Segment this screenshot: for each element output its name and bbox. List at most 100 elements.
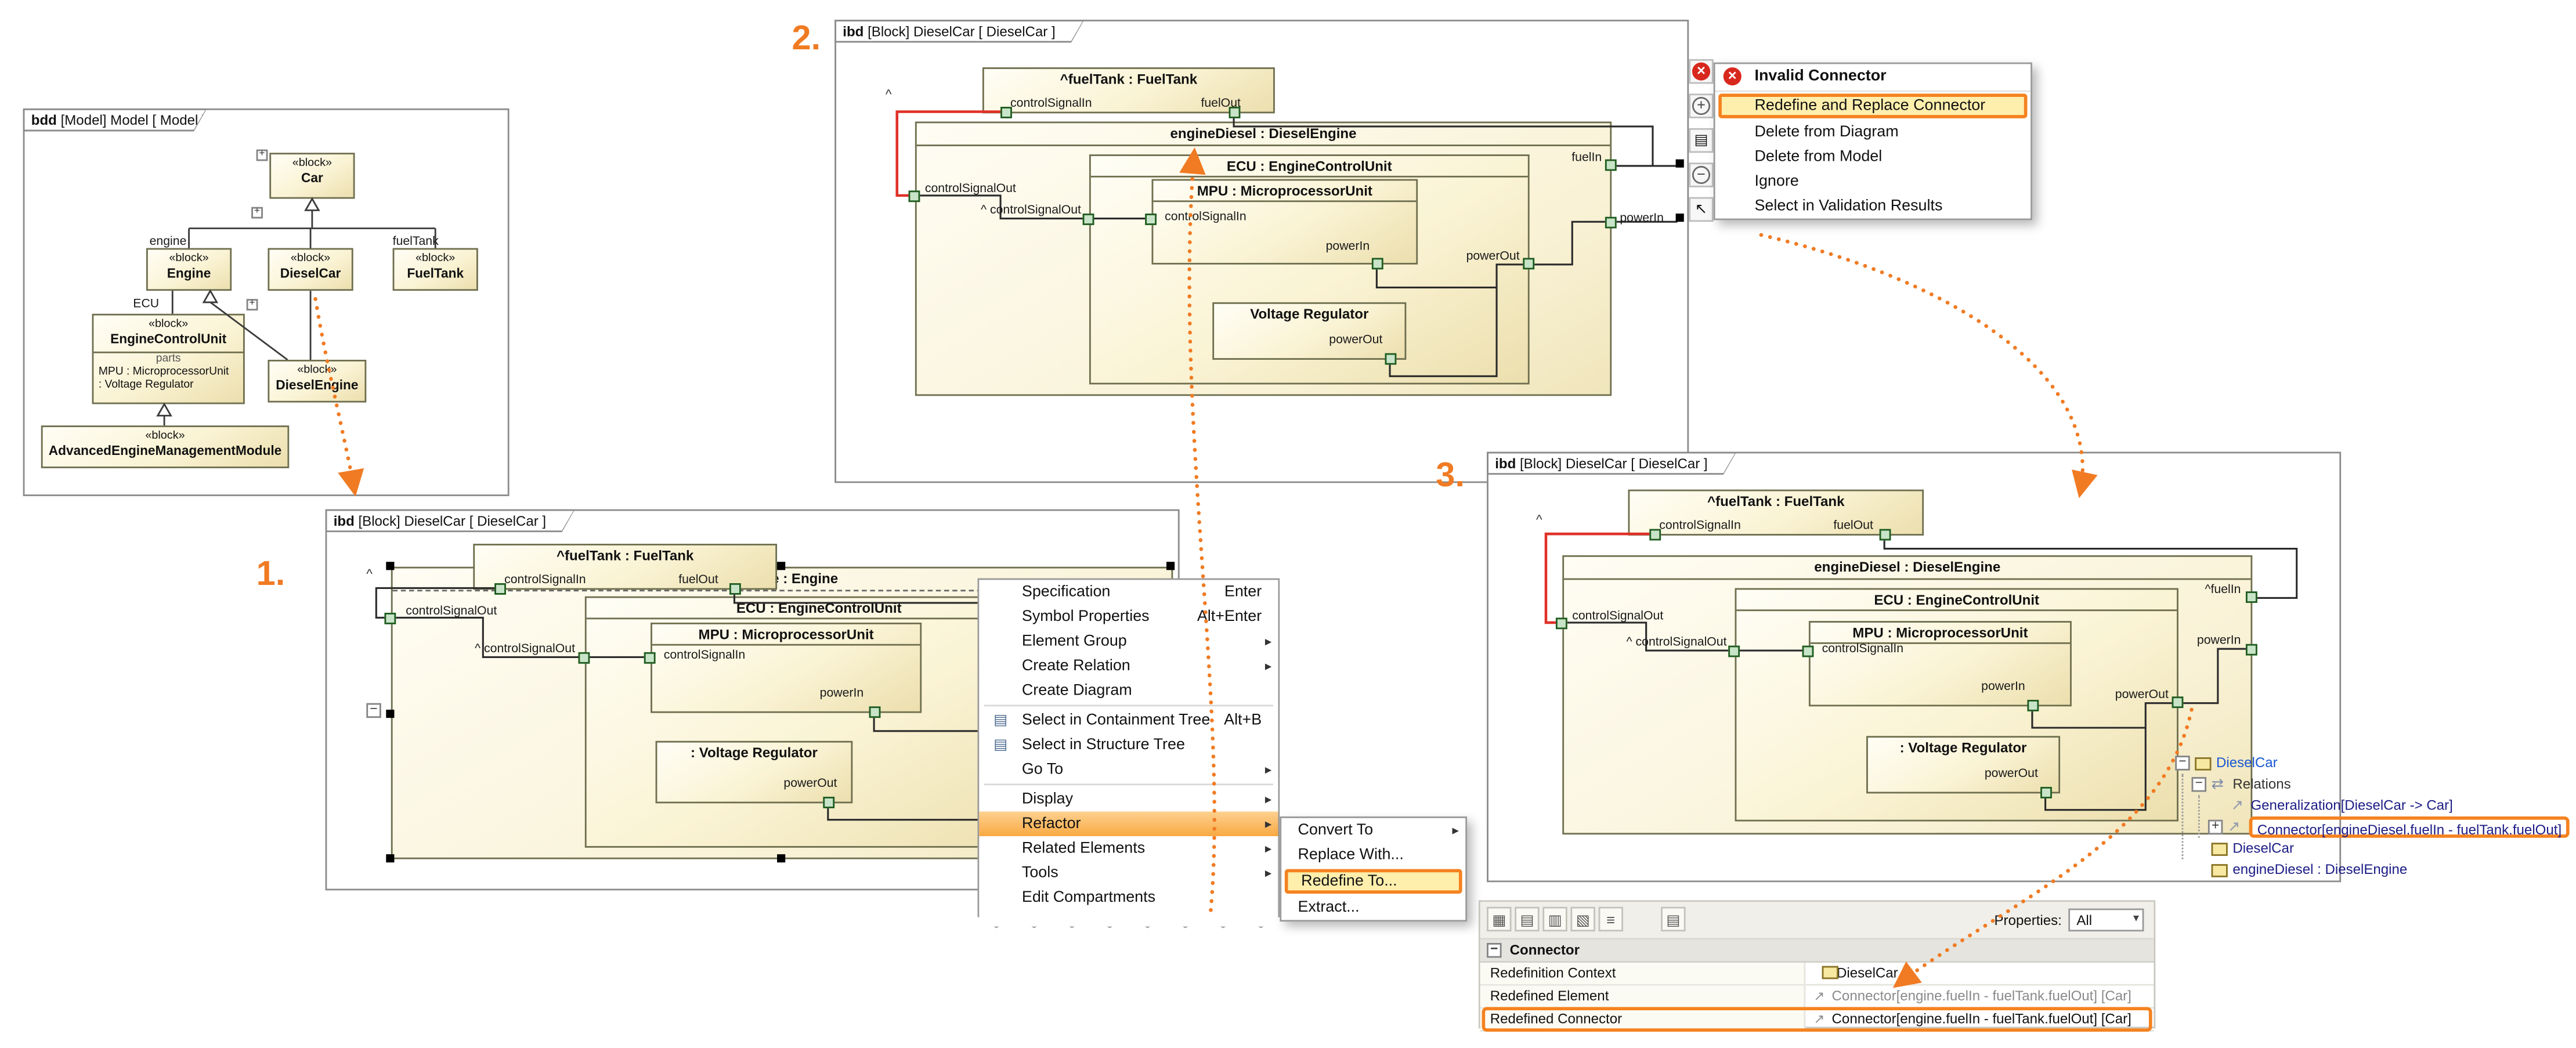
port-ed-powerin[interactable] — [2246, 644, 2257, 656]
port-fuelout[interactable] — [729, 583, 741, 595]
block-car[interactable]: «block» Car — [269, 153, 355, 198]
block-enginecontrolunit[interactable]: «block» EngineControlUnit parts MPU : Mi… — [92, 314, 245, 404]
menu-item-extract[interactable]: Extract... — [1281, 895, 1465, 920]
menu-item-element-group[interactable]: Element Group▸ — [979, 629, 1278, 653]
tree-item-dieselcar-2[interactable]: DieselCar — [2172, 838, 2576, 859]
menu-item-delete-from-diagram[interactable]: Delete from Diagram — [1715, 120, 2031, 144]
menu-item-redefine-and-replace-connector[interactable]: Redefine and Replace Connector — [1718, 93, 2027, 118]
part-mpu[interactable]: MPU : MicroprocessorUnit — [1809, 621, 2072, 706]
block-engine[interactable]: «block» Engine — [146, 248, 232, 291]
tree-item-connector[interactable]: + ↗ Connector[engineDiesel.fuelIn - fuel… — [2172, 816, 2576, 838]
ibd-frame-2[interactable]: ibd [Block] DieselCar [ DieselCar ] engi… — [834, 20, 1689, 483]
part-mpu[interactable]: MPU : MicroprocessorUnit — [651, 623, 922, 713]
customize-view-button[interactable]: ▧ — [1570, 907, 1595, 931]
branch-expander-icon[interactable]: + — [247, 299, 258, 310]
zoom-out-button[interactable]: − — [1689, 162, 1713, 187]
port-controlsignalout[interactable] — [384, 613, 396, 624]
port-vr-powerout[interactable] — [1385, 353, 1397, 365]
port-inherited-controlsignalout[interactable] — [1728, 646, 1740, 657]
menu-item-delete-from-model[interactable]: Delete from Model — [1715, 144, 2031, 169]
port-ed-powerin[interactable] — [1605, 217, 1617, 229]
port-mpu-powerin[interactable] — [2027, 700, 2039, 711]
selection-handle[interactable] — [1166, 562, 1175, 570]
validation-severity-button[interactable]: × — [1689, 59, 1713, 84]
property-value[interactable]: ↗Connector[engine.fuelIn - fuelTank.fuel… — [1805, 986, 2154, 1007]
options-button[interactable]: ≡ — [1599, 907, 1623, 931]
part-voltage-regulator[interactable]: Voltage Regulator — [1212, 302, 1406, 360]
menu-item-convert-to[interactable]: Convert To▸ — [1281, 818, 1465, 843]
block-dieselengine[interactable]: «block» DieselEngine — [268, 360, 366, 403]
connector-endpoint[interactable] — [1676, 214, 1684, 222]
categorized-view-button[interactable]: ▦ — [1487, 907, 1511, 931]
selection-handle[interactable] — [777, 854, 785, 862]
menu-item-select-in-validation-results[interactable]: Select in Validation Results — [1715, 194, 2031, 218]
menu-item-replace-with[interactable]: Replace With... — [1281, 843, 1465, 867]
port-ed-fuelin[interactable] — [2246, 591, 2257, 603]
properties-filter-select[interactable]: All▾ — [2068, 909, 2144, 932]
menu-item-redefine-to[interactable]: Redefine To... — [1285, 869, 1462, 894]
tree-expander-icon[interactable]: − — [2175, 756, 2190, 770]
property-value[interactable]: ↗Connector[engine.fuelIn - fuelTank.fuel… — [1805, 1009, 2154, 1030]
menu-item-symbol-properties[interactable]: Symbol PropertiesAlt+Enter — [979, 605, 1278, 629]
block-advancedenginemanagementmodule[interactable]: «block» AdvancedEngineManagementModule — [41, 425, 289, 468]
menu-item-specification[interactable]: SpecificationEnter — [979, 580, 1278, 604]
property-group-connector[interactable]: − Connector — [1480, 939, 2154, 963]
port-ecu-powerout[interactable] — [1523, 258, 1534, 269]
port-controlsignalin[interactable] — [1000, 107, 1012, 118]
tree-expander-icon[interactable]: − — [2192, 777, 2206, 792]
port-mpu-controlsignalin[interactable] — [1802, 646, 1814, 657]
navigate-button[interactable]: ↖ — [1689, 197, 1713, 222]
menu-item-create-relation[interactable]: Create Relation▸ — [979, 654, 1278, 678]
port-ed-fuelin[interactable] — [1605, 160, 1617, 171]
port-inherited-controlsignalout[interactable] — [1083, 214, 1094, 225]
tree-item-relations[interactable]: − ⇄ Relations — [2172, 774, 2576, 795]
group-expander-icon[interactable]: − — [1487, 943, 1501, 957]
bdd-diagram-frame[interactable]: bdd [Model] Model [ Model ] + + + «block… — [23, 109, 510, 496]
block-dieselcar[interactable]: «block» DieselCar — [268, 248, 353, 291]
port-fuelout[interactable] — [1229, 107, 1241, 118]
menu-item-ignore[interactable]: Ignore — [1715, 169, 2031, 194]
port-vr-powerout[interactable] — [823, 797, 834, 808]
port-ecu-powerout[interactable] — [2172, 696, 2184, 708]
port-vr-powerout[interactable] — [2040, 787, 2052, 798]
port-controlsignalout[interactable] — [1556, 617, 1567, 629]
part-voltage-regulator[interactable]: : Voltage Regulator — [656, 741, 853, 804]
tree-expander-icon[interactable]: + — [2208, 820, 2223, 834]
port-mpu-powerin[interactable] — [869, 706, 881, 718]
selection-handle[interactable] — [386, 710, 394, 718]
port-inherited-controlsignalout[interactable] — [579, 652, 590, 664]
tree-item-enginediesel[interactable]: engineDiesel : DieselEngine — [2172, 859, 2576, 881]
menu-item-tools[interactable]: Tools▸ — [979, 861, 1278, 885]
branch-expander-icon[interactable]: + — [251, 207, 263, 219]
collapse-icon[interactable]: − — [366, 703, 381, 718]
menu-item-edit-compartments[interactable]: Edit Compartments — [979, 886, 1278, 910]
history-button[interactable]: ▤ — [1661, 907, 1685, 931]
menu-item-select-in-structure-tree[interactable]: ▤Select in Structure Tree — [979, 733, 1278, 757]
menu-item-create-diagram[interactable]: Create Diagram — [979, 678, 1278, 703]
menu-item-select-in-containment-tree[interactable]: ▤Select in Containment TreeAlt+B — [979, 708, 1278, 732]
block-fueltank[interactable]: «block» FuelTank — [393, 248, 478, 291]
branch-expander-icon[interactable]: + — [256, 150, 268, 161]
port-fuelout[interactable] — [1880, 529, 1891, 541]
property-value[interactable]: DieselCar — [1805, 963, 2154, 984]
port-controlsignalout[interactable] — [909, 190, 920, 202]
tree-item-generalization[interactable]: ↗ Generalization[DieselCar -> Car] — [2172, 795, 2576, 816]
expert-view-button[interactable]: ▥ — [1542, 907, 1567, 931]
port-controlsignalin[interactable] — [494, 583, 506, 595]
validation-results-button[interactable]: ▤ — [1689, 128, 1713, 153]
menu-item-related-elements[interactable]: Related Elements▸ — [979, 836, 1278, 861]
selection-handle[interactable] — [386, 562, 394, 570]
port-mpu-controlsignalin[interactable] — [644, 652, 656, 664]
menu-item-refactor[interactable]: Refactor▸ — [979, 812, 1278, 836]
port-controlsignalin[interactable] — [1649, 529, 1661, 541]
tree-item-dieselcar[interactable]: − DieselCar — [2172, 753, 2576, 774]
connector-endpoint[interactable] — [1676, 160, 1684, 168]
menu-item-display[interactable]: Display▸ — [979, 787, 1278, 811]
selection-handle[interactable] — [777, 562, 785, 570]
menu-item-go-to[interactable]: Go To▸ — [979, 757, 1278, 782]
zoom-in-button[interactable]: + — [1689, 93, 1713, 118]
part-voltage-regulator[interactable]: : Voltage Regulator — [1866, 736, 2060, 793]
alphabetical-view-button[interactable]: ▤ — [1515, 907, 1539, 931]
port-mpu-controlsignalin[interactable] — [1145, 214, 1157, 225]
selection-handle[interactable] — [386, 854, 394, 862]
